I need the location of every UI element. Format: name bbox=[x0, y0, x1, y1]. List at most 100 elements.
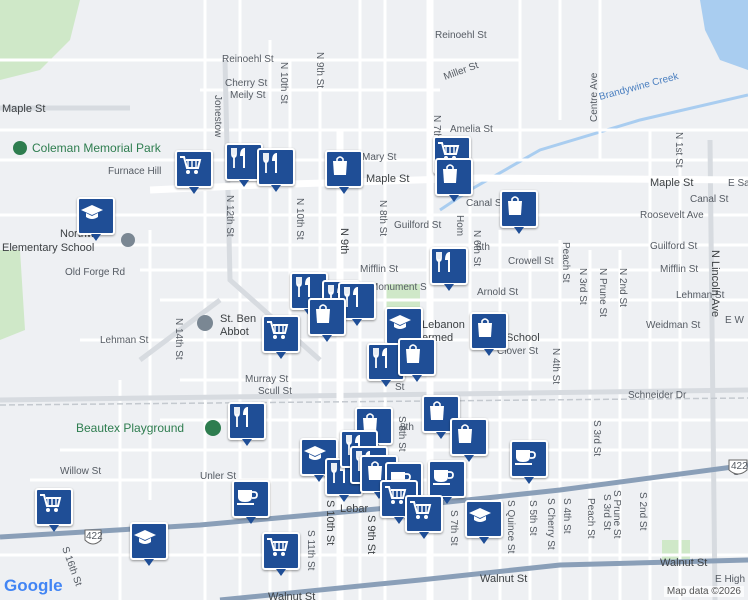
shop-marker[interactable] bbox=[470, 312, 508, 356]
street-label: S 2nd St bbox=[637, 492, 648, 531]
marker-pointer bbox=[394, 517, 404, 524]
street-label: S 16th St bbox=[59, 545, 83, 588]
street-label: Old Forge Rd bbox=[65, 267, 125, 278]
street-label: Guilford St bbox=[650, 241, 697, 252]
street-label: 6th bbox=[476, 242, 490, 253]
lake bbox=[700, 0, 748, 70]
marker-pointer bbox=[479, 537, 489, 544]
street-label: Peach St bbox=[585, 498, 596, 539]
highway-shield: 422 bbox=[84, 529, 103, 545]
street-label: N 14th St bbox=[173, 318, 184, 360]
marker-pointer bbox=[314, 475, 324, 482]
street-label: N 2nd St bbox=[617, 268, 628, 307]
marker-pointer bbox=[271, 185, 281, 192]
marker-pointer bbox=[339, 187, 349, 194]
school-marker[interactable] bbox=[465, 500, 503, 544]
shop-marker[interactable] bbox=[450, 418, 488, 462]
street-label: S 9th St bbox=[365, 515, 377, 554]
map-attribution[interactable]: Map data ©2026 bbox=[663, 586, 744, 597]
google-logo: Google bbox=[4, 576, 63, 595]
street-label: Peach St bbox=[560, 242, 571, 283]
cafe-marker[interactable] bbox=[510, 440, 548, 484]
school-pin-icon bbox=[121, 233, 135, 247]
street-label: E W bbox=[725, 315, 744, 326]
street-label: Monument S bbox=[370, 282, 427, 293]
street-label: Jonestow bbox=[212, 95, 223, 138]
marker-pointer bbox=[524, 477, 534, 484]
street-label: 8th bbox=[400, 422, 414, 433]
street-label: N 9th St bbox=[314, 52, 325, 88]
cart-marker[interactable] bbox=[175, 150, 213, 194]
street-label: Schneider Dr bbox=[628, 390, 687, 401]
marker-pointer bbox=[381, 380, 391, 387]
street-label: Reinoehl St bbox=[435, 30, 487, 41]
shop-marker[interactable] bbox=[500, 190, 538, 234]
highway-shield: 422 bbox=[728, 459, 748, 475]
marker-pointer bbox=[442, 497, 452, 504]
street-label: Roosevelt Ave bbox=[640, 210, 704, 221]
street-label: Meily St bbox=[230, 90, 266, 101]
svg-text:422: 422 bbox=[86, 531, 103, 542]
park-area-w bbox=[0, 250, 25, 340]
svg-text:422: 422 bbox=[731, 461, 748, 472]
street-label: Canal St bbox=[466, 198, 505, 209]
marker-pointer bbox=[276, 569, 286, 576]
restaurant-marker[interactable] bbox=[430, 247, 468, 291]
street-label: Murray St bbox=[245, 374, 289, 385]
place-label: Beautex Playground bbox=[76, 421, 184, 435]
street-label: Crowell St bbox=[508, 256, 554, 267]
map-canvas[interactable]: Reinoehl St Reinoehl St Cherry St Meily … bbox=[0, 0, 748, 600]
school-marker[interactable] bbox=[130, 522, 168, 566]
marker-pointer bbox=[239, 180, 249, 187]
street-label: Hom bbox=[454, 215, 465, 236]
street-label: Guilford St bbox=[394, 220, 441, 231]
street-label: Walnut St bbox=[480, 573, 527, 585]
park-icon bbox=[13, 141, 27, 155]
shop-marker[interactable] bbox=[325, 150, 363, 194]
street-label: S 11th St bbox=[305, 530, 316, 571]
street-label: Weidman St bbox=[646, 320, 701, 331]
street-label: Maple St bbox=[366, 173, 409, 185]
marker-pointer bbox=[144, 559, 154, 566]
marker-pointer bbox=[276, 352, 286, 359]
creek-label: Brandywine Creek bbox=[598, 71, 681, 103]
street-label: E Sarah bbox=[728, 178, 748, 189]
marker-pointer bbox=[412, 375, 422, 382]
marker-pointer bbox=[322, 335, 332, 342]
marker-pointer bbox=[339, 495, 349, 502]
street-label: Willow St bbox=[60, 466, 101, 477]
shop-marker[interactable] bbox=[398, 338, 436, 382]
street-label: Walnut St bbox=[660, 557, 707, 569]
restaurant-marker[interactable] bbox=[257, 148, 295, 192]
cart-marker[interactable] bbox=[262, 315, 300, 359]
cafe-marker[interactable] bbox=[428, 460, 466, 504]
cart-marker[interactable] bbox=[405, 495, 443, 539]
shop-marker[interactable] bbox=[435, 158, 473, 202]
street-label: S 7th St bbox=[448, 510, 459, 546]
marker-pointer bbox=[436, 432, 446, 439]
cafe-marker[interactable] bbox=[232, 480, 270, 524]
restaurant-marker[interactable] bbox=[228, 402, 266, 446]
marker-pointer bbox=[246, 517, 256, 524]
street-label: Maple St bbox=[2, 103, 45, 115]
shop-marker[interactable] bbox=[308, 298, 346, 342]
church-icon bbox=[197, 315, 213, 331]
street-label: Amelia St bbox=[450, 124, 493, 135]
street-label: Mifflin St bbox=[660, 264, 698, 275]
street-label: N 8th St bbox=[377, 200, 388, 236]
street-label: Arnold St bbox=[477, 287, 518, 298]
street-label: N 4th St bbox=[550, 348, 561, 384]
street-label: Scull St bbox=[258, 386, 292, 397]
street-label: Cherry St bbox=[225, 78, 267, 89]
place-label: Elementary School bbox=[2, 242, 94, 254]
street-label: Lehman St bbox=[100, 335, 149, 346]
street-label: E High bbox=[715, 574, 745, 585]
cart-marker[interactable] bbox=[262, 532, 300, 576]
marker-pointer bbox=[514, 227, 524, 234]
town-label: Lebar bbox=[340, 503, 368, 515]
school-marker[interactable] bbox=[77, 197, 115, 241]
street-label: S 3rd St bbox=[601, 494, 612, 530]
cart-marker[interactable] bbox=[35, 488, 73, 532]
street-label: N 10th St bbox=[294, 198, 305, 240]
street-label: Miller St bbox=[442, 60, 480, 83]
